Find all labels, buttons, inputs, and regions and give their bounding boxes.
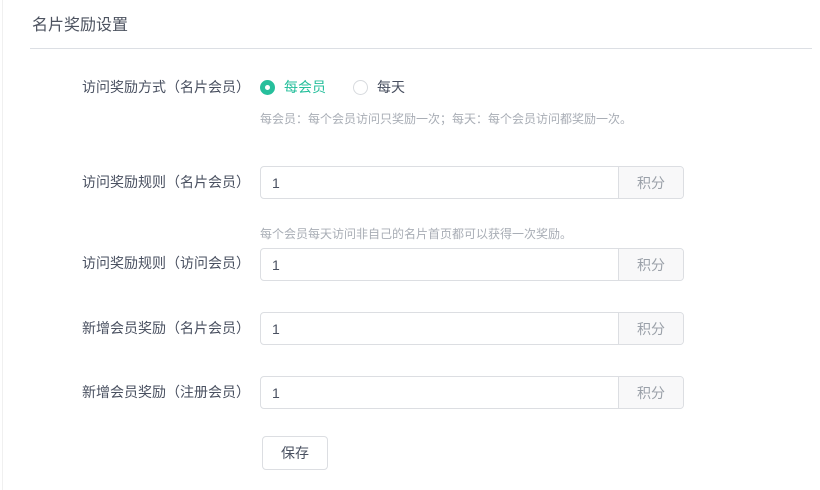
new-member-reward-card-member-label: 新增会员奖励（名片会员） [0, 312, 250, 345]
form-row-new-member-reward-card-member: 新增会员奖励（名片会员） 积分 [0, 312, 820, 345]
visit-reward-rule-card-member-label: 访问奖励规则（名片会员） [0, 166, 250, 199]
form-row-visit-reward-mode: 访问奖励方式（名片会员） 每会员 每天 每会员：每个会员访问只奖励一次；每天：每… [0, 79, 820, 126]
visit-reward-rule-visitor-member-input[interactable] [261, 249, 618, 280]
save-button[interactable]: 保存 [262, 436, 328, 470]
radio-selected-icon[interactable] [260, 80, 275, 95]
points-unit-addon: 积分 [618, 249, 683, 280]
form-row-visit-reward-rule-visitor-member: 访问奖励规则（访问会员） 每个会员每天访问非自己的名片首页都可以获得一次奖励。 … [0, 227, 820, 281]
visit-reward-rule-visitor-member-input-group: 积分 [260, 248, 684, 281]
form-actions: 保存 [0, 436, 820, 470]
visit-reward-mode-label: 访问奖励方式（名片会员） [0, 79, 250, 95]
radio-option-per-day-label: 每天 [377, 79, 405, 95]
visit-reward-rule-helper-text: 每个会员每天访问非自己的名片首页都可以获得一次奖励。 [260, 227, 684, 241]
points-unit-addon: 积分 [618, 167, 683, 198]
reward-mode-helper-text: 每会员：每个会员访问只奖励一次；每天：每个会员访问都奖励一次。 [260, 112, 632, 126]
new-member-reward-registered-member-input[interactable] [261, 377, 618, 408]
card-reward-settings-page: 名片奖励设置 访问奖励方式（名片会员） 每会员 每天 每会员：每个会员访问只奖励… [0, 0, 820, 470]
radio-option-per-member[interactable]: 每会员 [260, 79, 326, 95]
form-row-visit-reward-rule-card-member: 访问奖励规则（名片会员） 积分 [0, 166, 820, 199]
new-member-reward-card-member-input[interactable] [261, 313, 618, 344]
page-left-border [2, 0, 3, 490]
new-member-reward-registered-member-input-group: 积分 [260, 376, 684, 409]
radio-option-per-member-label: 每会员 [284, 79, 326, 95]
reward-settings-form: 访问奖励方式（名片会员） 每会员 每天 每会员：每个会员访问只奖励一次；每天：每… [0, 79, 820, 470]
visit-reward-rule-card-member-input[interactable] [261, 167, 618, 198]
form-row-new-member-reward-registered-member: 新增会员奖励（注册会员） 积分 [0, 376, 820, 409]
radio-option-per-day[interactable]: 每天 [353, 79, 405, 95]
visit-reward-rule-visitor-member-label: 访问奖励规则（访问会员） [0, 227, 250, 280]
visit-reward-rule-card-member-input-group: 积分 [260, 166, 684, 199]
new-member-reward-registered-member-label: 新增会员奖励（注册会员） [0, 376, 250, 409]
radio-dot [265, 85, 270, 90]
radio-unselected-icon[interactable] [353, 80, 368, 95]
points-unit-addon: 积分 [618, 377, 683, 408]
page-title: 名片奖励设置 [32, 17, 820, 35]
new-member-reward-card-member-input-group: 积分 [260, 312, 684, 345]
title-divider [30, 48, 812, 49]
reward-mode-radio-group: 每会员 每天 [260, 79, 632, 95]
points-unit-addon: 积分 [618, 313, 683, 344]
